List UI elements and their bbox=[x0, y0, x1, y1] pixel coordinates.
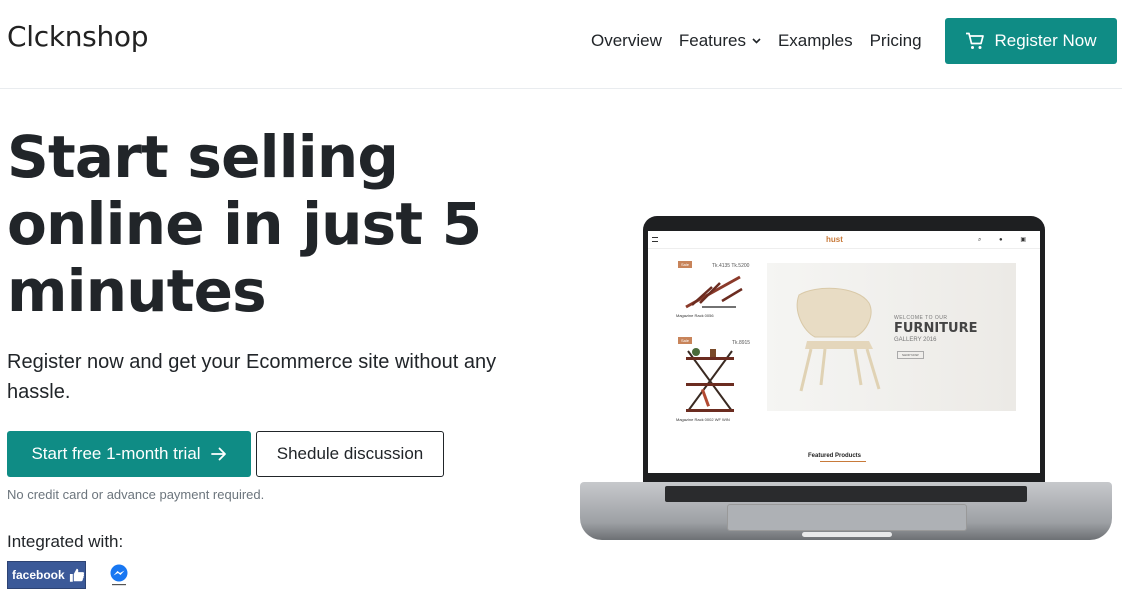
thumbs-up-icon bbox=[69, 568, 84, 582]
nav-features[interactable]: Features bbox=[679, 31, 761, 51]
site-header: Clcknshop Overview Features Examples Pri… bbox=[0, 0, 1122, 89]
main-nav: Overview Features Examples Pricing bbox=[591, 31, 922, 51]
mockup-logo: hust bbox=[826, 235, 843, 244]
messenger-logo bbox=[110, 564, 128, 586]
featured-products-heading: Featured Products bbox=[808, 453, 862, 459]
facebook-logo: facebook bbox=[7, 561, 86, 589]
nav-examples[interactable]: Examples bbox=[778, 31, 853, 51]
mockup-header: hust ⌕ ● ▣ bbox=[648, 231, 1040, 249]
hero-subtitle: Register now and get your Ecommerce site… bbox=[7, 351, 497, 403]
hero-title: Start selling online in just 5 minutes bbox=[7, 123, 482, 325]
sale-badge: Sale bbox=[678, 337, 693, 344]
nav-overview[interactable]: Overview bbox=[591, 31, 662, 51]
laptop-keyboard bbox=[665, 486, 1027, 502]
nav-features-label: Features bbox=[678, 31, 746, 50]
laptop-notch bbox=[802, 532, 892, 537]
laptop-mockup: hust ⌕ ● ▣ Sale Tk.4135 Tk.5200 Magazine… bbox=[578, 214, 1114, 550]
laptop-base bbox=[580, 482, 1112, 540]
no-credit-card-note: No credit card or advance payment requir… bbox=[7, 487, 265, 502]
sale-badge: Sale bbox=[678, 261, 693, 268]
integrated-with-label: Integrated with: bbox=[7, 532, 124, 551]
mockup-product-column: Sale Tk.4135 Tk.5200 Magazine Rack 0056 … bbox=[652, 257, 764, 433]
slide-gallery: GALLERY 2016 bbox=[894, 337, 937, 343]
laptop-screen: hust ⌕ ● ▣ Sale Tk.4135 Tk.5200 Magazine… bbox=[648, 231, 1040, 473]
nav-pricing[interactable]: Pricing bbox=[870, 31, 922, 51]
shelf-image bbox=[686, 348, 734, 412]
facebook-logo-text: facebook bbox=[12, 568, 65, 582]
product-price: Tk.4135 Tk.5200 bbox=[712, 263, 750, 269]
slide-headline: FURNITURE bbox=[894, 321, 978, 336]
register-now-button[interactable]: Register Now bbox=[945, 18, 1117, 64]
slide-shop-now: SHOP NOW bbox=[897, 351, 924, 359]
laptop-lid: hust ⌕ ● ▣ Sale Tk.4135 Tk.5200 Magazine… bbox=[643, 216, 1045, 486]
mockup-header-icons: ⌕ ● ▣ bbox=[978, 237, 1034, 243]
product-name: Magazine Rack 0056 bbox=[676, 313, 714, 318]
hero-slide: WELCOME TO OUR FURNITURE GALLERY 2016 SH… bbox=[767, 263, 1016, 411]
menu-icon bbox=[652, 237, 658, 242]
arrow-right-icon bbox=[210, 447, 226, 461]
cart-icon bbox=[966, 32, 985, 49]
featured-underline bbox=[820, 461, 866, 462]
register-now-label: Register Now bbox=[994, 31, 1097, 50]
start-trial-label: Start free 1-month trial bbox=[31, 444, 201, 463]
product-name: Magazine Rack 0002 WF WIN bbox=[676, 417, 730, 422]
brand-logo[interactable]: Clcknshop bbox=[7, 20, 149, 53]
chevron-down-icon bbox=[752, 38, 761, 44]
schedule-discussion-button[interactable]: Shedule discussion bbox=[256, 431, 444, 477]
laptop-trackpad bbox=[727, 504, 967, 531]
chair-image bbox=[796, 287, 881, 392]
magazine-rack-image bbox=[685, 275, 743, 309]
product-price: Tk.8915 bbox=[732, 340, 751, 346]
start-trial-button[interactable]: Start free 1-month trial bbox=[7, 431, 251, 477]
